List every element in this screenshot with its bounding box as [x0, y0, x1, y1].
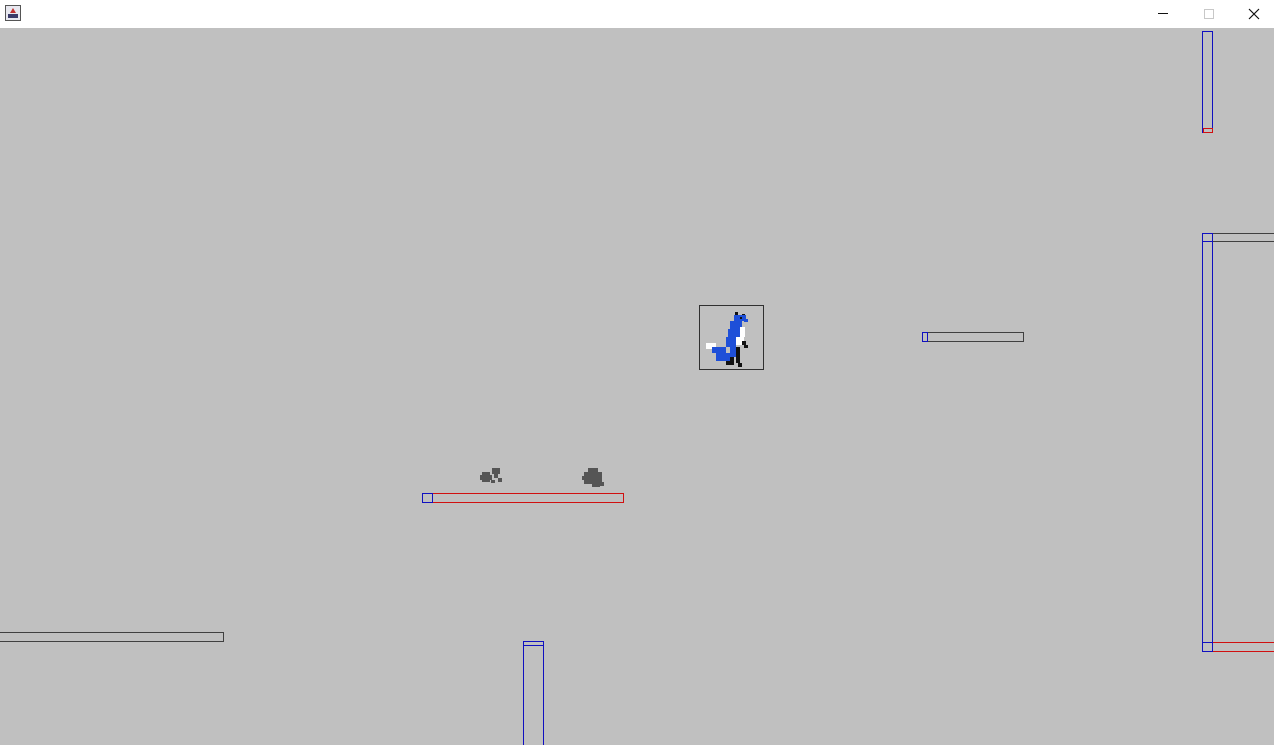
floor-corner-hitbox	[1202, 642, 1213, 652]
java-app-icon	[5, 5, 21, 21]
game-canvas[interactable]	[0, 28, 1274, 745]
central-platform-hitbox	[422, 493, 624, 503]
wall-hitbox	[1202, 233, 1213, 652]
bottom-pillar-hitbox	[523, 641, 544, 745]
minimize-button[interactable]	[1140, 0, 1186, 28]
close-button[interactable]	[1231, 0, 1274, 28]
bottom-left-platform	[0, 632, 224, 642]
platform-edge-hitbox	[922, 332, 928, 342]
blue-fox-sprite	[706, 312, 748, 367]
minimize-icon	[1158, 13, 1168, 14]
central-platform-edge-hitbox	[422, 493, 433, 503]
window-titlebar[interactable]	[0, 0, 1274, 28]
maximize-button	[1186, 0, 1232, 28]
ledge-corner-hitbox	[1202, 233, 1213, 242]
pillar-base-hitbox	[1203, 128, 1213, 133]
maximize-icon	[1204, 9, 1214, 19]
gray-creature-enemy	[580, 466, 606, 490]
bottom-pillar-cap	[523, 641, 544, 646]
floating-platform	[922, 332, 1024, 342]
player-hitbox	[699, 305, 764, 370]
pillar-hitbox	[1202, 31, 1213, 133]
close-icon	[1248, 8, 1260, 20]
gray-blob-enemy	[480, 466, 504, 486]
